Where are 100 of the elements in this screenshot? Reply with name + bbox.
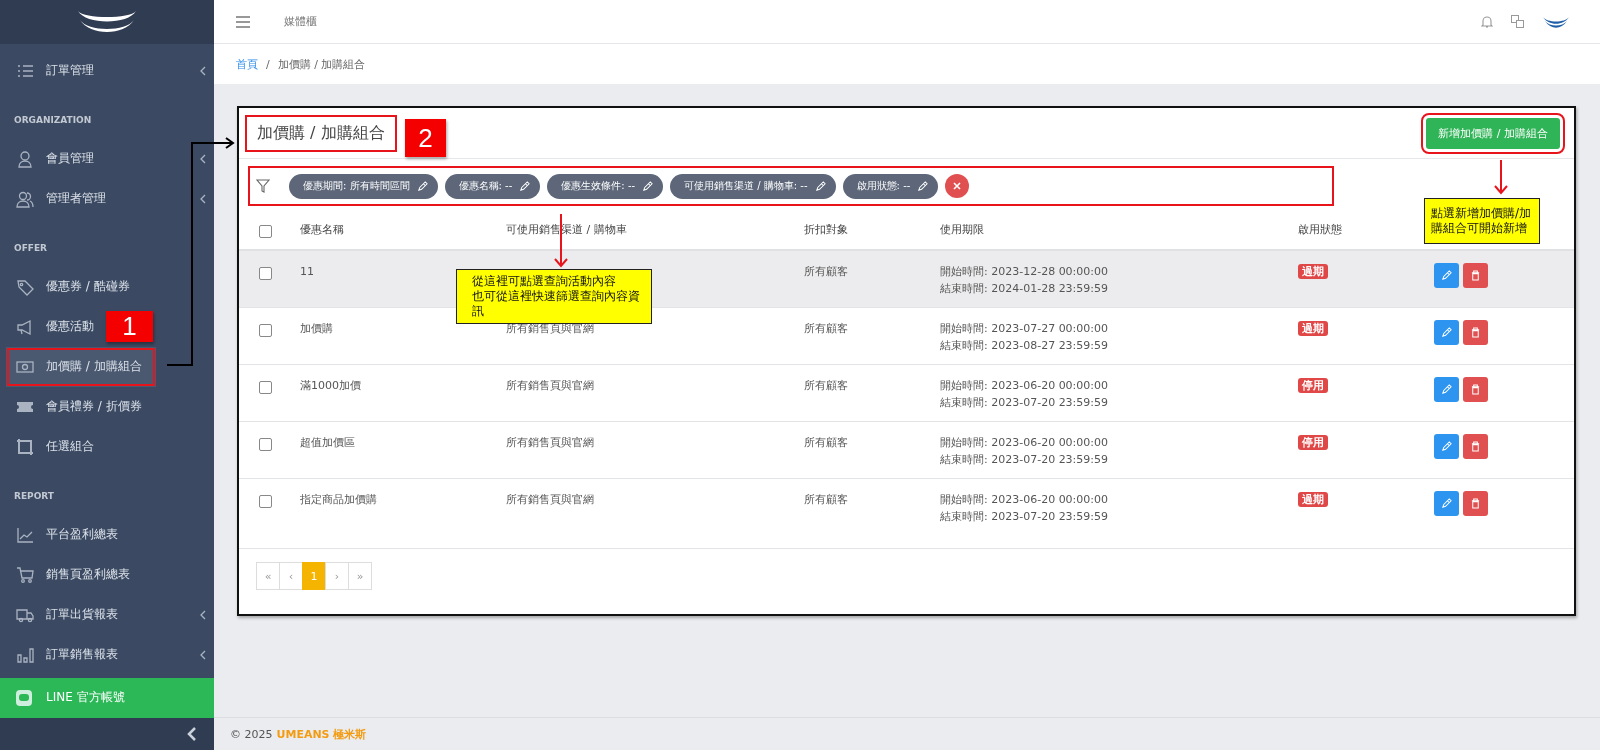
delete-button[interactable] (1463, 263, 1488, 288)
step-number: 2 (405, 119, 446, 157)
sidebar-item[interactable]: 會員禮券 / 折價券 (0, 386, 146, 427)
line-chart-icon (16, 525, 34, 544)
edit-button[interactable] (1434, 377, 1459, 402)
edit-button[interactable] (1434, 263, 1459, 288)
sidebar-item[interactable]: 加價購 / 加購組合 (6, 346, 156, 387)
breadcrumb-link[interactable]: 首頁 (236, 56, 258, 72)
delete-button[interactable] (1463, 434, 1488, 459)
table-cell: 所有銷售頁與官網 (506, 493, 594, 506)
arrow (1494, 159, 1508, 195)
crop-icon (16, 437, 34, 456)
start-time: 開始時間: 2023-06-20 00:00:00 (940, 435, 1110, 451)
trash-icon (1470, 270, 1481, 281)
filter-chip[interactable]: 可使用銷售渠道 / 購物車: -- (670, 173, 836, 199)
trash-icon (1470, 327, 1481, 338)
column-header: 優惠名稱 (300, 223, 344, 236)
trash-icon (1470, 441, 1481, 452)
sidebar-item[interactable]: 訂單銷售報表 (0, 634, 214, 675)
select-all-checkbox[interactable] (259, 225, 272, 238)
table-cell: 11 (300, 265, 314, 278)
page-title: 媒體櫃 (284, 14, 317, 29)
pencil-icon (814, 180, 826, 192)
table-cell: 加價購 (300, 322, 333, 335)
sidebar-item[interactable]: 任選組合 (0, 426, 98, 467)
copyright-text: © 2025 (230, 727, 273, 741)
chat-bubble-icon (16, 689, 32, 706)
pencil-icon (519, 180, 531, 192)
filter-icon[interactable] (256, 179, 270, 193)
trash-icon (1470, 384, 1481, 395)
translate-icon[interactable] (1511, 15, 1524, 28)
breadcrumb-separator: / (266, 57, 270, 71)
sidebar-item[interactable]: 優惠活動 (0, 306, 98, 347)
bar-chart-icon (16, 645, 34, 664)
megaphone-icon (16, 317, 34, 336)
page-button[interactable]: ‹ (279, 562, 303, 590)
sidebar-item[interactable]: 訂單管理 (0, 50, 214, 91)
sidebar-item[interactable]: 銷售頁盈利總表 (0, 554, 134, 595)
filter-chip[interactable]: 優惠生效條件: -- (547, 173, 664, 199)
trash-icon (1470, 498, 1481, 509)
filter-chip[interactable]: 優惠期間: 所有時間區間 (289, 173, 438, 199)
users-icon (16, 189, 34, 208)
sidebar-item[interactable]: 訂單出貨報表 (0, 594, 214, 635)
status-badge: 過期 (1298, 492, 1328, 507)
row-checkbox[interactable] (259, 324, 272, 337)
sidebar-item[interactable]: 優惠券 / 酷碰券 (0, 266, 134, 307)
user-icon (16, 149, 34, 168)
table-cell: 所有顧客 (804, 379, 848, 392)
pencil-icon (642, 180, 654, 192)
callout-text: 從這裡可點選查詢活動內容 (472, 274, 617, 289)
filter-chip[interactable]: 優惠名稱: -- (444, 173, 541, 199)
start-time: 開始時間: 2023-12-28 00:00:00 (940, 264, 1110, 280)
end-time: 結束時間: 2024-01-28 23:59:59 (940, 281, 1110, 297)
delete-button[interactable] (1463, 377, 1488, 402)
edit-button[interactable] (1434, 434, 1459, 459)
status-badge: 停用 (1298, 378, 1328, 393)
row-checkbox[interactable] (259, 495, 272, 508)
end-time: 結束時間: 2023-07-20 23:59:59 (940, 395, 1110, 411)
table-cell: 所有顧客 (804, 322, 848, 335)
logo-icon[interactable] (1542, 15, 1570, 28)
column-header: 可使用銷售渠道 / 購物車 (506, 223, 627, 236)
table-cell: 所有顧客 (804, 493, 848, 506)
bell-icon[interactable] (1481, 15, 1493, 28)
sidebar-item[interactable]: 會員管理 (0, 138, 214, 179)
pencil-icon (1441, 441, 1452, 452)
page-button[interactable]: › (325, 562, 349, 590)
delete-button[interactable] (1463, 491, 1488, 516)
filter-chip[interactable]: 啟用狀態: -- (842, 173, 939, 199)
pencil-icon (416, 180, 428, 192)
menu-icon[interactable] (236, 15, 250, 28)
cart-icon (16, 565, 34, 584)
start-time: 開始時間: 2023-06-20 00:00:00 (940, 378, 1110, 394)
column-header: 折扣對象 (804, 223, 848, 236)
clear-filters-button[interactable] (945, 174, 970, 198)
brand-name: UMEANS 極米斯 (276, 726, 367, 742)
collapse-icon[interactable] (187, 727, 196, 742)
section-heading: ORGANIZATION (14, 114, 92, 125)
tag-icon (16, 277, 34, 296)
callout-text: 點選新增加價購/加購組合可開始新增 (1431, 206, 1533, 236)
table-cell: 所有顧客 (804, 436, 848, 449)
page-button[interactable]: « (256, 562, 280, 590)
row-checkbox[interactable] (259, 267, 272, 280)
card-title: 加價購 / 加購組合 (247, 116, 395, 150)
page-button[interactable]: » (348, 562, 372, 590)
edit-button[interactable] (1434, 320, 1459, 345)
sidebar-item[interactable]: 管理者管理 (0, 178, 214, 219)
row-checkbox[interactable] (259, 438, 272, 451)
column-header: 啟用狀態 (1298, 223, 1342, 236)
edit-button[interactable] (1434, 491, 1459, 516)
callout-text: 也可從這裡快速篩選查詢內容資訊 (472, 289, 641, 319)
section-heading: REPORT (14, 490, 54, 501)
row-checkbox[interactable] (259, 381, 272, 394)
step-number: 1 (106, 311, 153, 342)
status-badge: 過期 (1298, 321, 1328, 336)
delete-button[interactable] (1463, 320, 1488, 345)
status-badge: 過期 (1298, 264, 1328, 279)
sidebar-item[interactable]: 平台盈利總表 (0, 514, 122, 555)
pencil-icon (1441, 270, 1452, 281)
start-time: 開始時間: 2023-07-27 00:00:00 (940, 321, 1110, 337)
table-cell: 指定商品加價購 (300, 493, 377, 506)
